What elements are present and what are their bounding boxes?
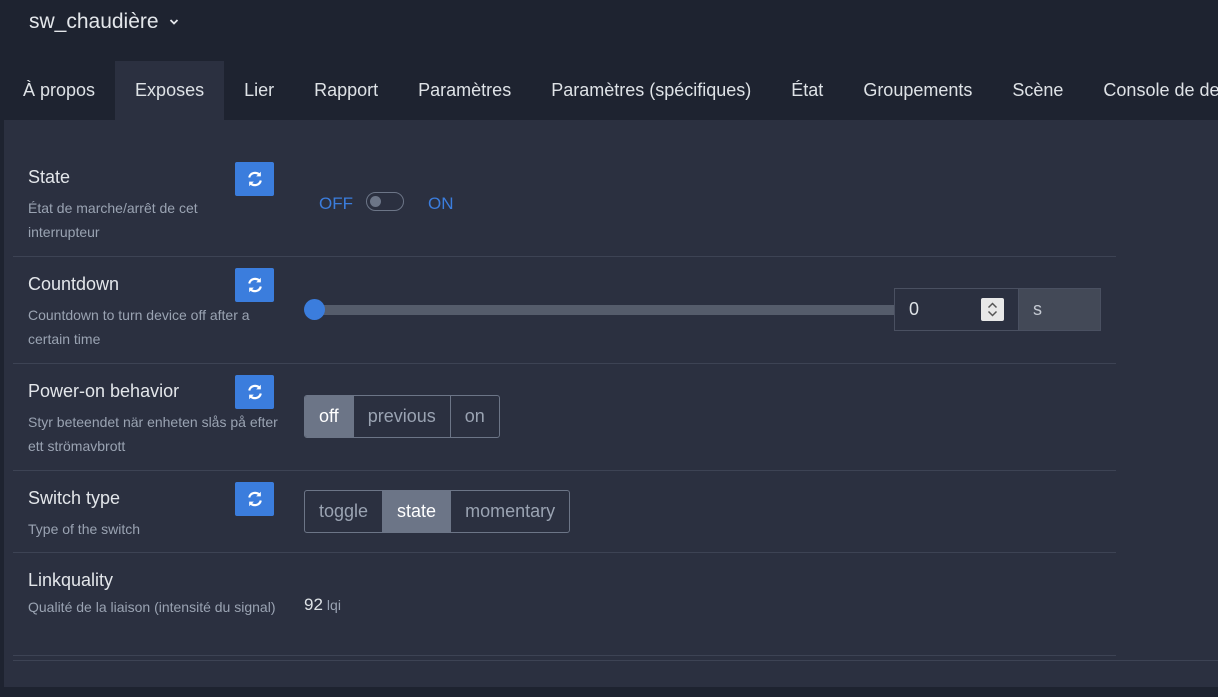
tab-state[interactable]: État xyxy=(771,61,843,120)
refresh-icon xyxy=(247,171,262,187)
state-label: State xyxy=(28,167,71,187)
power-on-behavior-description: Styr beteendet när enheten slås på efter… xyxy=(28,414,278,454)
countdown-refresh-button[interactable] xyxy=(235,268,274,302)
switch-type-option-momentary[interactable]: momentary xyxy=(451,491,569,532)
chevron-down-icon xyxy=(169,19,178,25)
device-selector[interactable]: sw_chaudière xyxy=(29,10,179,34)
switch-type-option-state[interactable]: state xyxy=(383,491,452,532)
power-on-option-on[interactable]: on xyxy=(451,396,499,437)
panel-divider xyxy=(13,660,1218,661)
tab-bar: À propos Exposes Lier Rapport Paramètres… xyxy=(0,61,1218,120)
tab-settings-specific[interactable]: Paramètres (spécifiques) xyxy=(531,61,771,120)
countdown-slider-thumb[interactable] xyxy=(304,299,325,320)
switch-type-refresh-button[interactable] xyxy=(235,482,274,516)
countdown-description: Countdown to turn device off after a cer… xyxy=(28,307,250,347)
state-refresh-button[interactable] xyxy=(235,162,274,196)
switch-type-label: Switch type xyxy=(28,488,121,508)
device-name: sw_chaudière xyxy=(29,10,159,33)
power-on-behavior-label: Power-on behavior xyxy=(28,381,180,401)
state-description: État de marche/arrêt de cet interrupteur xyxy=(28,200,198,240)
countdown-label: Countdown xyxy=(28,274,120,294)
linkquality-value: 92 xyxy=(304,595,323,614)
power-on-behavior-refresh-button[interactable] xyxy=(235,375,274,409)
tab-groups[interactable]: Groupements xyxy=(843,61,992,120)
expose-row-state: State État de marche/arrêt de cet interr… xyxy=(13,137,1116,257)
switch-type-options: toggle state momentary xyxy=(304,490,571,533)
tab-dev-console[interactable]: Console de dev xyxy=(1083,61,1218,120)
stepper-arrows-icon xyxy=(987,302,998,317)
power-on-behavior-options: off previous on xyxy=(304,395,500,438)
power-on-option-previous[interactable]: previous xyxy=(354,396,451,437)
refresh-icon xyxy=(247,277,262,293)
linkquality-description: Qualité de la liaison (intensité du sign… xyxy=(28,599,276,615)
switch-knob xyxy=(370,196,381,207)
switch-type-description: Type of the switch xyxy=(28,521,141,537)
power-on-option-off[interactable]: off xyxy=(305,396,354,437)
expose-row-linkquality: Linkquality Qualité de la liaison (inten… xyxy=(13,553,1116,656)
refresh-icon xyxy=(247,491,262,507)
expose-row-countdown: Countdown Countdown to turn device off a… xyxy=(13,257,1116,364)
linkquality-unit: lqi xyxy=(326,597,341,613)
linkquality-label: Linkquality xyxy=(28,570,114,590)
countdown-value: 0 xyxy=(909,299,920,319)
state-off-label[interactable]: OFF xyxy=(319,194,353,214)
refresh-icon xyxy=(247,384,262,400)
tab-reporting[interactable]: Rapport xyxy=(294,61,398,120)
tab-settings[interactable]: Paramètres xyxy=(398,61,531,120)
expose-row-switch-type: Switch type Type of the switch toggle st… xyxy=(13,471,1116,553)
state-on-label[interactable]: ON xyxy=(428,194,454,214)
header: sw_chaudière xyxy=(0,0,1218,61)
linkquality-readout: 92 lqi xyxy=(304,595,341,615)
tab-about[interactable]: À propos xyxy=(0,61,115,120)
countdown-stepper[interactable] xyxy=(981,298,1004,321)
tab-bind[interactable]: Lier xyxy=(224,61,294,120)
expose-row-power-on-behavior: Power-on behavior Styr beteendet när enh… xyxy=(13,364,1116,471)
countdown-slider[interactable] xyxy=(314,305,899,315)
tab-exposes[interactable]: Exposes xyxy=(115,61,225,120)
countdown-unit: s xyxy=(1018,288,1101,331)
switch-type-option-toggle[interactable]: toggle xyxy=(305,491,384,532)
tab-scene[interactable]: Scène xyxy=(992,61,1083,120)
state-toggle-switch[interactable] xyxy=(366,192,404,211)
